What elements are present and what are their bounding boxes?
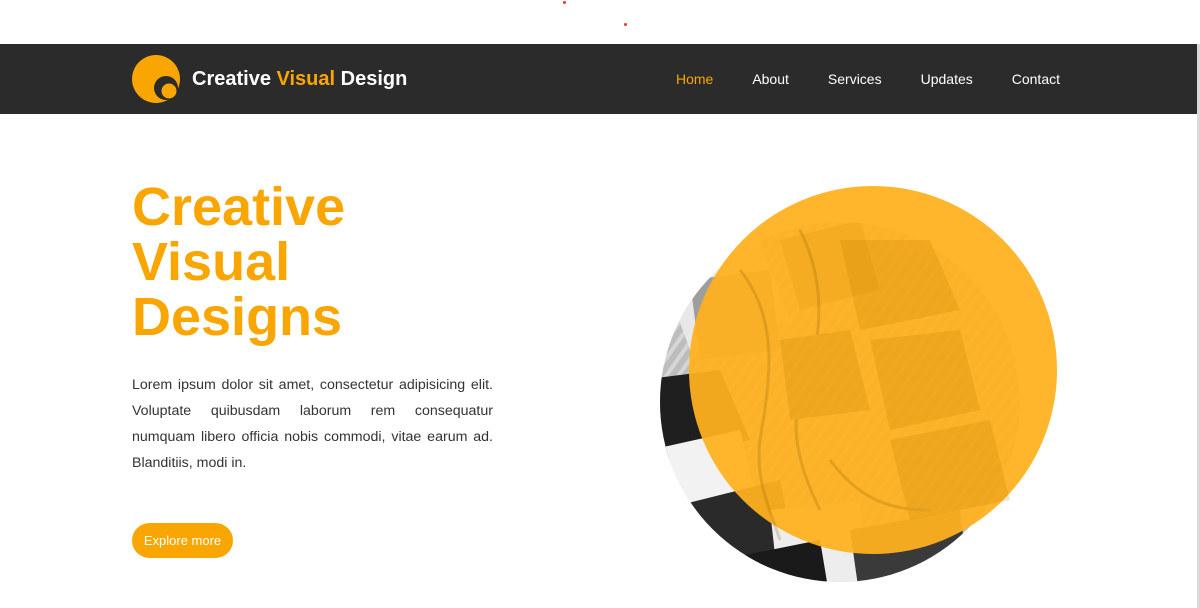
hero-description: Lorem ipsum dolor sit amet, consectetur … xyxy=(132,377,493,471)
crescent-logo-icon xyxy=(132,55,180,103)
nav-contact[interactable]: Contact xyxy=(1012,71,1060,87)
main-nav: Home About Services Updates Contact xyxy=(637,44,1060,114)
top-strip xyxy=(0,0,1200,44)
brand-name-part1: Creative xyxy=(192,67,271,90)
hero-title-line: Creative xyxy=(132,177,346,237)
brand-name-accent: Visual xyxy=(276,67,336,90)
nav-about[interactable]: About xyxy=(752,71,789,87)
brand-name-part2: Design xyxy=(340,67,408,90)
nav-services[interactable]: Services xyxy=(828,71,882,87)
nav-home[interactable]: Home xyxy=(676,71,713,87)
brand-name: Creative Visual Design xyxy=(192,68,407,91)
hero-title-line: Visual xyxy=(132,232,291,292)
navbar: Creative Visual Design Home About Servic… xyxy=(0,44,1197,114)
hero-title-line: Designs xyxy=(132,287,343,347)
decorative-dot xyxy=(624,23,627,26)
hero-illustration xyxy=(660,186,1057,582)
explore-more-button[interactable]: Explore more xyxy=(132,523,233,558)
nav-updates[interactable]: Updates xyxy=(921,71,973,87)
hero-title: Creative Visual Designs xyxy=(132,180,345,345)
brand-link[interactable]: Creative Visual Design xyxy=(132,54,407,104)
decorative-dot xyxy=(563,1,566,4)
